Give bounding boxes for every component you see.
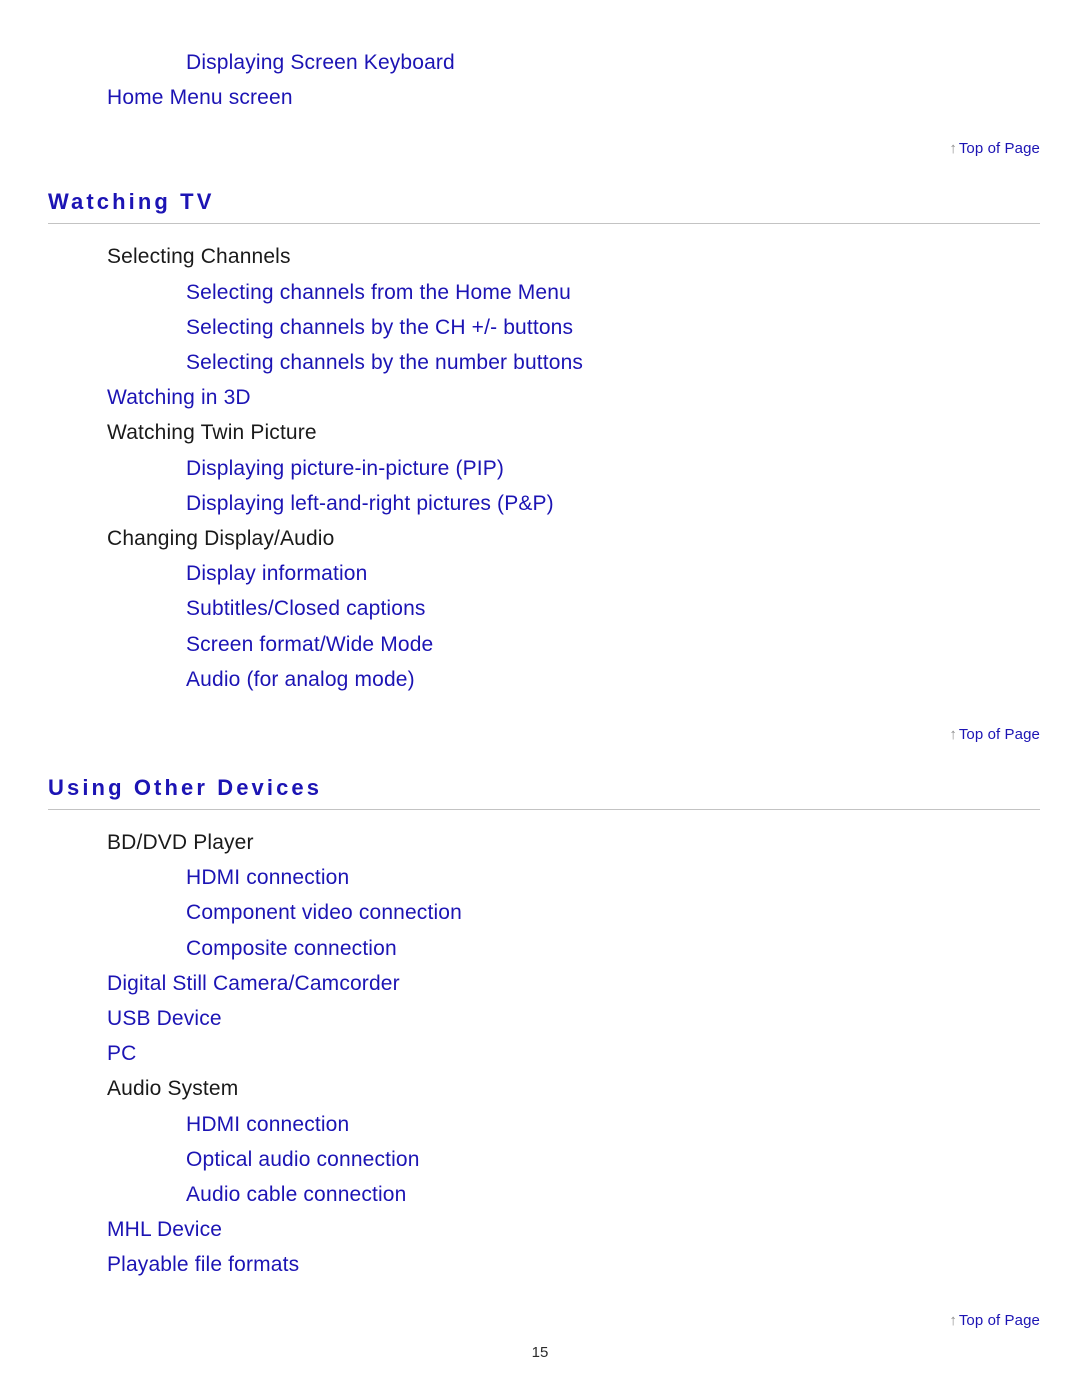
toc-item-label[interactable]: Component video connection xyxy=(186,901,462,924)
toc-text-item: BD/DVD Player xyxy=(0,825,1080,860)
toc-item-label[interactable]: USB Device xyxy=(107,1007,222,1030)
toc-item-label: Watching Twin Picture xyxy=(107,421,317,445)
toc-item-label[interactable]: Display information xyxy=(186,562,367,585)
up-arrow-icon: ↑ xyxy=(949,140,957,158)
top-of-page-link-1[interactable]: ↑ Top of Page xyxy=(0,115,1080,159)
toc-item-label[interactable]: Selecting channels by the CH +/- buttons xyxy=(186,316,573,339)
section-title-watching-tv: Watching TV xyxy=(48,189,215,215)
up-arrow-icon: ↑ xyxy=(949,1311,957,1329)
toc-link-item[interactable]: USB Device xyxy=(0,1001,1080,1036)
top-of-page-link-2[interactable]: ↑ Top of Page xyxy=(0,697,1080,745)
toc-item-label[interactable]: Audio cable connection xyxy=(186,1183,406,1206)
toc-list-using-other-devices: BD/DVD Player HDMI connection Component vi… xyxy=(0,825,1080,1283)
toc-link-item[interactable]: Composite connection xyxy=(0,931,1080,966)
toc-link-item[interactable]: HDMI connection xyxy=(0,1107,1080,1142)
toc-item-label[interactable]: HDMI connection xyxy=(186,1113,349,1136)
toc-text-item: Changing Display/Audio xyxy=(0,521,1080,556)
toc-link-item[interactable]: Selecting channels by the CH +/- buttons xyxy=(0,310,1080,345)
toc-item-label[interactable]: PC xyxy=(107,1042,136,1065)
toc-link-item[interactable]: HDMI connection xyxy=(0,860,1080,895)
intro-toc-list: Displaying Screen Keyboard Home Menu scre… xyxy=(0,45,1080,115)
toc-item-label: Audio System xyxy=(107,1077,239,1101)
toc-link-item[interactable]: Watching in 3D xyxy=(0,380,1080,415)
toc-text-item: Audio System xyxy=(0,1071,1080,1106)
toc-item-label[interactable]: Digital Still Camera/Camcorder xyxy=(107,972,400,995)
toc-link-item[interactable]: Display information xyxy=(0,556,1080,591)
toc-link-item[interactable]: Playable file formats xyxy=(0,1247,1080,1282)
top-of-page-label[interactable]: Top of Page xyxy=(959,140,1040,157)
toc-link-item[interactable]: Optical audio connection xyxy=(0,1142,1080,1177)
toc-link-item[interactable]: Audio cable connection xyxy=(0,1177,1080,1212)
toc-list-watching-tv: Selecting Channels Selecting channels fro… xyxy=(0,239,1080,697)
toc-link-item[interactable]: Home Menu screen xyxy=(0,80,1080,115)
toc-text-item: Selecting Channels xyxy=(0,239,1080,274)
top-of-page-label[interactable]: Top of Page xyxy=(959,726,1040,743)
up-arrow-icon: ↑ xyxy=(949,726,957,744)
toc-item-label[interactable]: Optical audio connection xyxy=(186,1148,420,1171)
toc-item-label[interactable]: Screen format/Wide Mode xyxy=(186,633,433,656)
toc-item-label[interactable]: Audio (for analog mode) xyxy=(186,668,415,691)
toc-link-item[interactable]: MHL Device xyxy=(0,1212,1080,1247)
toc-link-item[interactable]: Selecting channels from the Home Menu xyxy=(0,275,1080,310)
page-number: 15 xyxy=(531,1344,549,1361)
toc-link-item[interactable]: Selecting channels by the number buttons xyxy=(0,345,1080,380)
toc-item-label[interactable]: Home Menu screen xyxy=(107,86,293,109)
toc-item-label[interactable]: Composite connection xyxy=(186,937,397,960)
top-of-page-link-3[interactable]: ↑ Top of Page xyxy=(0,1283,1080,1331)
toc-page: Displaying Screen Keyboard Home Menu scre… xyxy=(0,0,1080,1397)
toc-link-item[interactable]: Audio (for analog mode) xyxy=(0,662,1080,697)
toc-link-item[interactable]: Screen format/Wide Mode xyxy=(0,627,1080,662)
toc-link-item[interactable]: Component video connection xyxy=(0,895,1080,930)
toc-link-item[interactable]: Displaying Screen Keyboard xyxy=(0,45,1080,80)
toc-item-label: Changing Display/Audio xyxy=(107,527,335,551)
top-of-page-label[interactable]: Top of Page xyxy=(959,1312,1040,1329)
toc-text-item: Watching Twin Picture xyxy=(0,415,1080,450)
toc-item-label[interactable]: Watching in 3D xyxy=(107,386,251,409)
toc-item-label[interactable]: MHL Device xyxy=(107,1218,222,1241)
toc-item-label[interactable]: Subtitles/Closed captions xyxy=(186,597,426,620)
section-title-using-other-devices: Using Other Devices xyxy=(48,775,323,801)
toc-item-label[interactable]: Playable file formats xyxy=(107,1253,299,1276)
toc-link-item[interactable]: Displaying picture-in-picture (PIP) xyxy=(0,451,1080,486)
section-body-using-other-devices: BD/DVD Player HDMI connection Component vi… xyxy=(0,810,1080,1283)
toc-item-label[interactable]: HDMI connection xyxy=(186,866,349,889)
section-header-watching-tv: Watching TV xyxy=(0,159,1080,225)
section-body-watching-tv: Selecting Channels Selecting channels fro… xyxy=(0,224,1080,697)
intro-entries-block: Displaying Screen Keyboard Home Menu scre… xyxy=(0,0,1080,115)
toc-item-label[interactable]: Selecting channels by the number buttons xyxy=(186,351,583,374)
toc-item-label[interactable]: Displaying picture-in-picture (PIP) xyxy=(186,457,504,480)
toc-item-label: Selecting Channels xyxy=(107,245,291,269)
toc-item-label[interactable]: Displaying left-and-right pictures (P&P) xyxy=(186,492,554,515)
toc-link-item[interactable]: Digital Still Camera/Camcorder xyxy=(0,966,1080,1001)
section-header-using-other-devices: Using Other Devices xyxy=(0,745,1080,811)
toc-link-item[interactable]: Subtitles/Closed captions xyxy=(0,591,1080,626)
toc-item-label[interactable]: Displaying Screen Keyboard xyxy=(186,51,455,74)
toc-item-label[interactable]: Selecting channels from the Home Menu xyxy=(186,281,571,304)
toc-link-item[interactable]: Displaying left-and-right pictures (P&P) xyxy=(0,486,1080,521)
toc-link-item[interactable]: PC xyxy=(0,1036,1080,1071)
toc-item-label: BD/DVD Player xyxy=(107,831,254,855)
